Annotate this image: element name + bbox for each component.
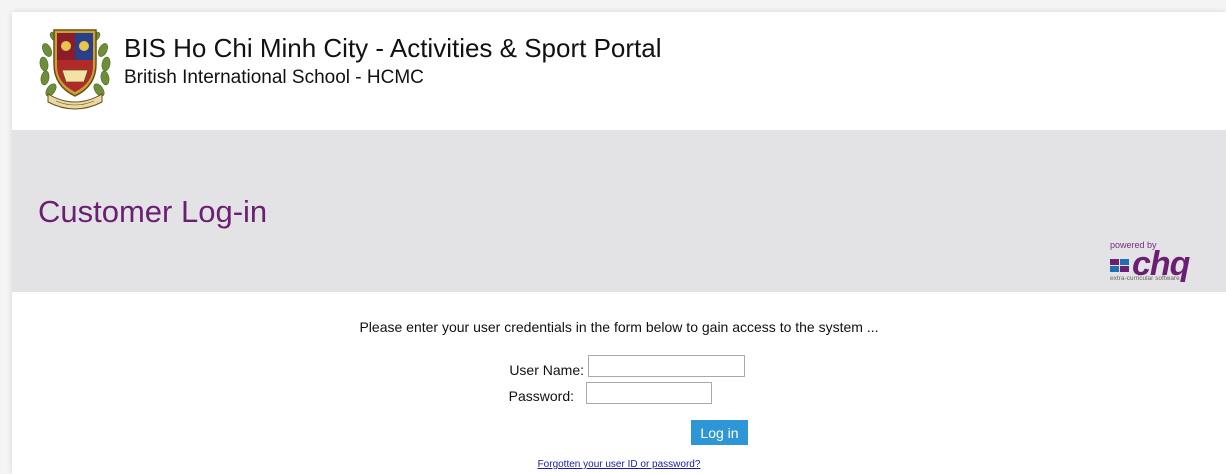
login-instructions: Please enter your user credentials in th… [359, 319, 879, 335]
username-input[interactable] [588, 355, 745, 377]
chq-squares-icon [1110, 259, 1130, 273]
powered-by-chq-logo: powered by chq extra-curricular software [1108, 240, 1218, 288]
forgot-credentials: Forgotten your user ID or password? [12, 459, 1226, 470]
login-button[interactable]: Log in [691, 420, 748, 445]
site-header: BIS Ho Chi Minh City - Activities & Spor… [12, 12, 1226, 130]
school-crest-logo [39, 29, 111, 110]
username-label: User Name: [509, 362, 584, 378]
chq-tagline: extra-curricular software [1110, 275, 1180, 282]
site-title: BIS Ho Chi Minh City - Activities & Spor… [124, 33, 662, 63]
password-input[interactable] [586, 382, 712, 404]
login-form: Please enter your user credentials in th… [12, 292, 1226, 474]
title-band: Customer Log-in powered by chq extra-cur… [12, 130, 1226, 292]
page-title: Customer Log-in [38, 194, 268, 229]
page-frame: BIS Ho Chi Minh City - Activities & Spor… [12, 12, 1226, 474]
site-subtitle: British International School - HCMC [124, 67, 424, 88]
password-label: Password: [508, 388, 574, 404]
forgot-credentials-link[interactable]: Forgotten your user ID or password? [538, 459, 701, 470]
